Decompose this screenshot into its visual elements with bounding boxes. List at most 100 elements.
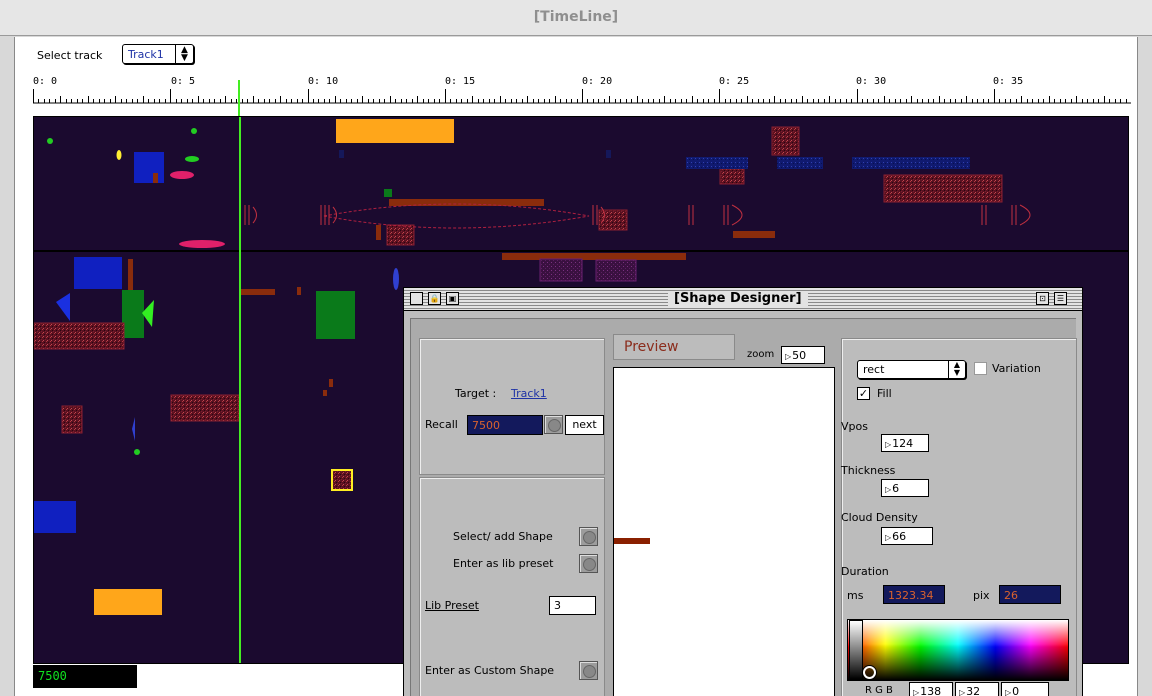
rgb-label: R G B: [865, 685, 893, 696]
preview-tab[interactable]: Preview: [613, 334, 735, 360]
vpos-field[interactable]: 124: [881, 434, 929, 452]
windowshade-icon[interactable]: ☰: [1054, 292, 1067, 305]
color-picker[interactable]: [847, 619, 1069, 681]
shape-type-select[interactable]: rect ▲ ▼: [857, 360, 966, 379]
time-counter: 7500: [33, 665, 137, 688]
track-select-value: Track1: [128, 48, 164, 61]
time-ruler[interactable]: 0: 0 0: 5 0: 10 0: 15 0: 20 0: 25 0: 30 …: [33, 74, 1131, 104]
vpos-label: Vpos: [841, 420, 868, 433]
shape-cloud-purple: [595, 259, 637, 282]
thickness-field[interactable]: 6: [881, 479, 929, 497]
shape-rust-mark: [329, 379, 333, 387]
shape-designer-title: [Shape Designer]: [668, 291, 808, 306]
brightness-slider[interactable]: [849, 620, 863, 680]
zoom-label: zoom: [747, 349, 775, 360]
shape-orange-bar: [94, 589, 162, 615]
duration-label: Duration: [841, 565, 889, 578]
variation-checkbox[interactable]: [974, 362, 987, 375]
cloud-density-label: Cloud Density: [841, 511, 918, 524]
shape-cloud-yellow: [331, 469, 353, 491]
shape-rust-mark: [323, 390, 327, 396]
recall-field[interactable]: 7500: [467, 415, 543, 435]
lib-preset-label[interactable]: Lib Preset: [425, 599, 479, 612]
rgb-blue-field[interactable]: 0: [1001, 682, 1049, 696]
preview-area: [613, 367, 835, 696]
duration-ms-field[interactable]: 1323.34: [883, 585, 945, 604]
shape-cloud: [771, 126, 800, 156]
preview-shape: [614, 538, 650, 544]
shape-rust-mark: [376, 225, 381, 240]
shape-cloud: [61, 405, 83, 434]
shape-magenta-oval: [170, 171, 194, 179]
shape-magenta-oval: [179, 240, 225, 248]
cloud-density-field[interactable]: 66: [881, 527, 933, 545]
shape-blue-triangle: [56, 293, 70, 321]
target-track-link[interactable]: Track1: [511, 387, 547, 400]
collapse-icon[interactable]: ▣: [446, 292, 459, 305]
playhead-ruler-marker[interactable]: [238, 80, 240, 116]
window-title: [TimeLine]: [533, 9, 619, 25]
shape-cloud-blue: [777, 157, 823, 169]
enter-lib-preset-label: Enter as lib preset: [453, 557, 554, 570]
chevron-updown-icon: ▲ ▼: [175, 45, 193, 63]
shape-green-square: [316, 291, 355, 339]
shape-dot: [191, 128, 197, 134]
shape-cloud: [34, 322, 125, 350]
shape-blue-dim: [606, 150, 611, 158]
select-add-shape-button[interactable]: [579, 527, 598, 546]
shape-designer-window: 🔒 ▣ [Shape Designer] ⊡ ☰ Target : Track1…: [403, 287, 1083, 696]
shape-rust-mark: [128, 259, 133, 291]
shape-green-square: [122, 290, 144, 338]
close-box-icon[interactable]: [410, 292, 423, 305]
lib-preset-field[interactable]: 3: [549, 596, 596, 615]
shape-type-value: rect: [863, 363, 885, 376]
playhead[interactable]: [239, 117, 241, 664]
shape-cloud: [883, 174, 1003, 203]
enter-custom-shape-button[interactable]: [579, 661, 598, 680]
shape-cloud-blue: [686, 157, 748, 169]
shape-dot: [116, 150, 122, 160]
fill-label: Fill: [877, 387, 892, 400]
lock-icon[interactable]: 🔒: [428, 292, 441, 305]
shape-dot: [134, 449, 140, 455]
rgb-red-field[interactable]: 138: [909, 682, 953, 696]
shape-cloud: [386, 224, 415, 246]
select-track-label: Select track: [37, 49, 103, 62]
enter-custom-shape-label: Enter as Custom Shape: [425, 664, 555, 677]
shape-pulse-group: [244, 204, 1031, 226]
shape-blue-dim: [339, 150, 344, 158]
enter-lib-preset-button[interactable]: [579, 554, 598, 573]
shape-rust-bar: [733, 231, 775, 238]
recall-button[interactable]: [544, 415, 563, 434]
target-panel: [419, 338, 605, 475]
thickness-label: Thickness: [841, 464, 896, 477]
next-button[interactable]: next: [565, 415, 604, 435]
track-divider: [34, 250, 1128, 252]
rgb-green-field[interactable]: 32: [955, 682, 999, 696]
shape-cloud-purple: [539, 258, 583, 282]
zoom-field[interactable]: 50: [781, 346, 825, 364]
fill-checkbox[interactable]: ✓: [857, 387, 870, 400]
shape-rust-bar: [389, 199, 544, 206]
duration-pix-field[interactable]: 26: [999, 585, 1061, 604]
shape-cloud: [719, 168, 745, 185]
zoom-box-icon[interactable]: ⊡: [1036, 292, 1049, 305]
shape-blue-square: [74, 257, 122, 289]
shape-rust-mark: [297, 287, 301, 295]
shape-designer-titlebar[interactable]: 🔒 ▣ [Shape Designer] ⊡ ☰: [404, 288, 1082, 311]
shape-rust-bar: [502, 253, 686, 260]
shape-dot: [47, 138, 53, 144]
track-select[interactable]: Track1 ▲ ▼: [122, 44, 194, 64]
shape-rust-mark: [153, 173, 158, 183]
shape-green-oval: [185, 156, 199, 162]
window-titlebar[interactable]: [TimeLine]: [0, 0, 1152, 36]
shape-blue-square: [34, 501, 76, 533]
variation-label: Variation: [992, 362, 1041, 375]
shape-blue-sliver: [132, 417, 135, 441]
color-picker-marker[interactable]: [863, 666, 876, 679]
shape-rust-bar: [241, 289, 275, 295]
shape-blue-oval: [393, 268, 399, 290]
shape-ellipse-outline: [323, 203, 590, 229]
shape-blue-square: [134, 152, 164, 183]
select-add-shape-label: Select/ add Shape: [453, 530, 553, 543]
